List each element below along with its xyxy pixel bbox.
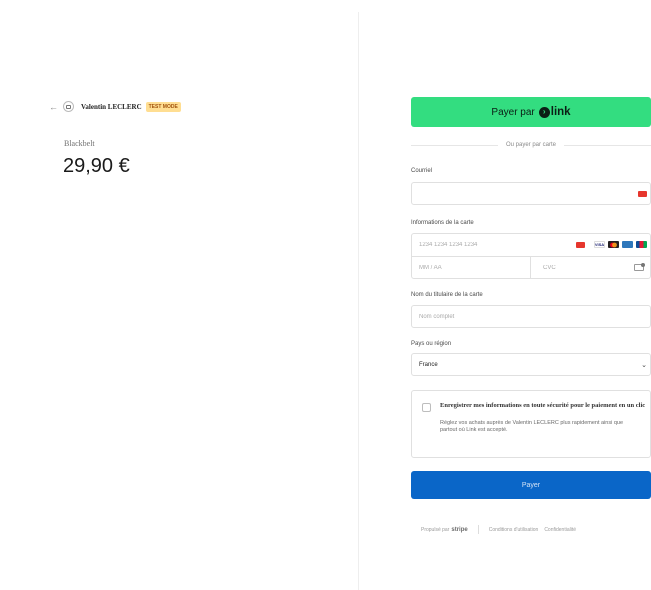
card-cvc-input[interactable]: [543, 265, 621, 271]
card-number-field[interactable]: VISA: [412, 234, 650, 257]
cardholder-name-field[interactable]: [411, 305, 651, 328]
country-label: Pays ou région: [411, 341, 452, 347]
privacy-link[interactable]: Confidentialité: [544, 527, 576, 533]
cardholder-name-input[interactable]: [419, 313, 650, 320]
card-number-input[interactable]: [419, 242, 497, 248]
card-info-group: VISA: [411, 233, 651, 279]
card-info-label: Informations de la carte: [411, 220, 474, 226]
order-summary-panel: ← Valentin LECLERC TEST MODE Blackbelt 2…: [0, 0, 358, 590]
link-brand-text: link: [550, 106, 571, 118]
link-logo: › link: [538, 106, 571, 118]
country-select[interactable]: France ⌄: [411, 353, 651, 376]
jcb-icon: [636, 241, 647, 248]
save-info-description: Réglez vos achats auprès de Valentin LEC…: [440, 420, 624, 433]
save-info-title: Enregistrer mes informations en toute sé…: [440, 402, 646, 409]
footer: Propulsé par stripe Conditions d'utilisa…: [421, 525, 582, 534]
email-field[interactable]: [411, 182, 651, 205]
or-divider: Ou payer par carte: [411, 142, 651, 148]
stripe-logo[interactable]: stripe: [451, 527, 467, 533]
email-input[interactable]: [419, 190, 650, 197]
link-arrow-icon: ›: [538, 106, 550, 118]
link-button-prefix: Payer par: [491, 106, 535, 118]
product-price: 29,90 €: [63, 155, 130, 177]
save-info-box: Enregistrer mes informations en toute sé…: [411, 390, 651, 458]
cvc-card-icon: [634, 263, 645, 271]
chevron-down-icon: ⌄: [641, 362, 647, 369]
or-pay-by-card-text: Ou payer par carte: [505, 142, 557, 148]
pay-with-link-button[interactable]: Payer par › link: [411, 97, 651, 127]
card-brands: VISA: [576, 241, 647, 248]
autofill-icon[interactable]: [638, 191, 647, 197]
test-mode-badge: TEST MODE: [145, 101, 181, 112]
merchant-header: ← Valentin LECLERC TEST MODE: [49, 101, 181, 112]
autofill-card-icon[interactable]: [576, 241, 585, 248]
terms-link[interactable]: Conditions d'utilisation: [489, 527, 539, 533]
card-expiry-field[interactable]: [412, 257, 531, 279]
arrow-left-icon[interactable]: ←: [49, 102, 61, 112]
pay-button[interactable]: Payer: [411, 471, 651, 499]
merchant-name: Valentin LECLERC: [81, 102, 142, 111]
card-cvc-field[interactable]: [531, 257, 650, 279]
amex-icon: [622, 241, 633, 248]
card-expiry-input[interactable]: [419, 265, 497, 271]
payment-panel: Payer par › link Ou payer par carte Cour…: [359, 0, 651, 590]
powered-by-text: Propulsé par: [421, 526, 450, 533]
save-info-checkbox[interactable]: [422, 403, 431, 412]
merchant-logo-icon: [63, 101, 74, 112]
mastercard-icon: [608, 241, 619, 248]
email-label: Courriel: [411, 168, 433, 174]
product-name: Blackbelt: [64, 139, 95, 148]
country-value: France: [419, 361, 438, 368]
divider-line-right: [564, 144, 651, 146]
divider-line-left: [411, 144, 498, 146]
cardholder-label: Nom du titulaire de la carte: [411, 292, 483, 298]
footer-separator: [477, 525, 479, 534]
visa-icon: VISA: [594, 241, 605, 248]
